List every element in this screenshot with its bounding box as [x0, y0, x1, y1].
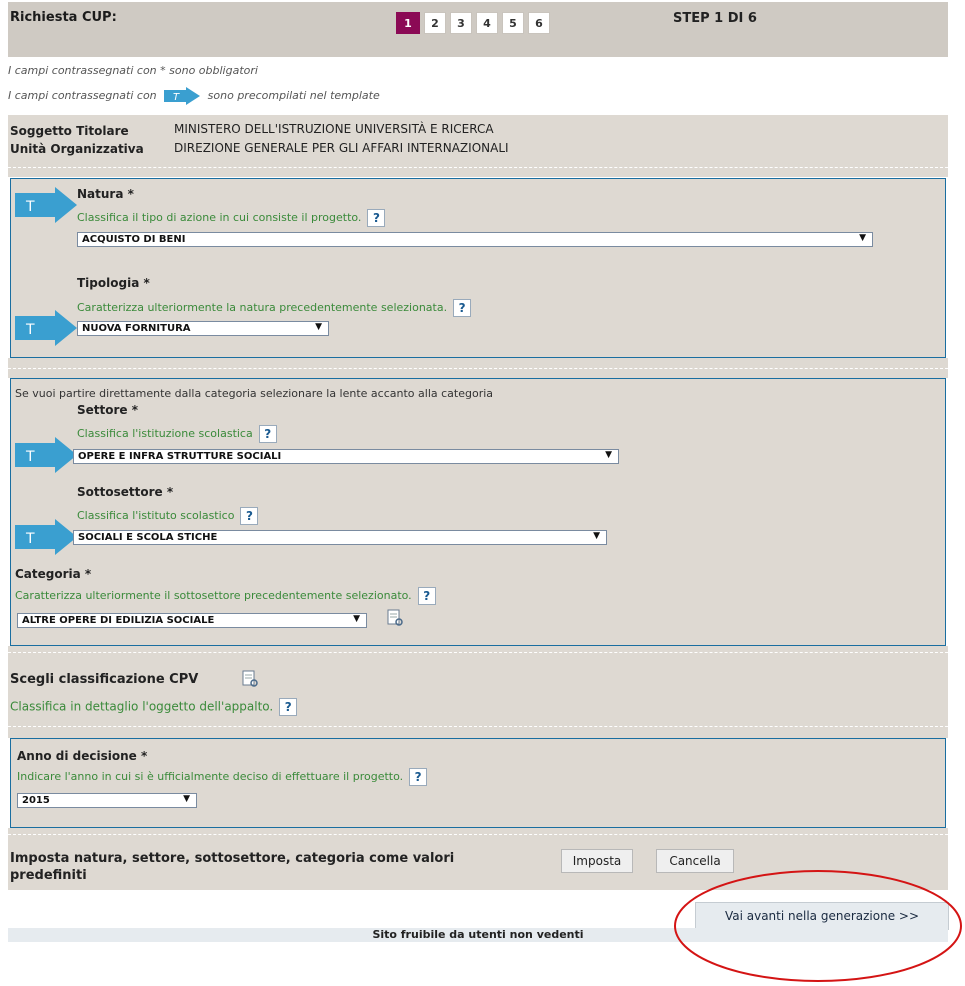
step-navigation: 1 2 3 4 5 6	[396, 12, 550, 34]
help-icon[interactable]: ?	[258, 425, 277, 443]
unita-organizzativa-value: DIREZIONE GENERALE PER GLI AFFARI INTERN…	[174, 141, 509, 155]
help-icon[interactable]: ?	[367, 209, 386, 227]
cpv-hint: Classifica in dettaglio l'oggetto dell'a…	[10, 698, 298, 716]
sottosettore-hint: Classifica l'istituto scolastico?	[77, 507, 259, 525]
svg-text:T: T	[173, 92, 180, 103]
sottosettore-select[interactable]: SOCIALI E SCOLA STICHE ▼	[73, 530, 607, 545]
tipologia-hint: Caratterizza ulteriormente la natura pre…	[77, 299, 472, 317]
template-arrow-icon: T	[15, 437, 77, 473]
header-bar: Richiesta CUP: 1 2 3 4 5 6 STEP 1 DI 6	[8, 2, 948, 57]
separator	[8, 828, 948, 844]
help-icon[interactable]: ?	[240, 507, 259, 525]
search-document-icon[interactable]	[242, 670, 258, 688]
settore-hint: Classifica l'istituzione scolastica?	[77, 425, 277, 443]
settore-select[interactable]: OPERE E INFRA STRUTTURE SOCIALI ▼	[73, 449, 619, 464]
categoria-label: Categoria *	[15, 567, 92, 581]
categoria-select[interactable]: ALTRE OPERE DI EDILIZIA SOCIALE ▼	[17, 613, 367, 628]
anno-label: Anno di decisione *	[17, 749, 148, 763]
cpv-label: Scegli classificazione CPV	[10, 672, 199, 687]
chevron-down-icon: ▼	[315, 322, 322, 332]
template-note: I campi contrassegnati con T sono precom…	[8, 87, 380, 105]
step-1-button[interactable]: 1	[396, 12, 420, 34]
template-arrow-icon: T	[15, 310, 77, 346]
soggetto-panel: Soggetto Titolare MINISTERO DELL'ISTRUZI…	[8, 115, 948, 163]
chevron-down-icon: ▼	[605, 450, 612, 460]
anno-hint: Indicare l'anno in cui si è ufficialment…	[17, 768, 428, 786]
separator	[8, 358, 948, 378]
template-arrow-icon: T	[15, 187, 77, 223]
required-note: I campi contrassegnati con * sono obblig…	[8, 64, 258, 77]
chevron-down-icon: ▼	[353, 614, 360, 624]
template-arrow-icon: T	[164, 87, 201, 105]
natura-select[interactable]: ACQUISTO DI BENI ▼	[77, 232, 873, 247]
step-5-button[interactable]: 5	[502, 12, 524, 34]
step-indicator: STEP 1 DI 6	[673, 11, 757, 26]
categoria-intro: Se vuoi partire direttamente dalla categ…	[15, 387, 494, 400]
settore-label: Settore *	[77, 403, 139, 417]
help-icon[interactable]: ?	[409, 768, 428, 786]
anno-select[interactable]: 2015 ▼	[17, 793, 197, 808]
step-6-button[interactable]: 6	[528, 12, 550, 34]
natura-label: Natura *	[77, 187, 134, 201]
help-icon[interactable]: ?	[417, 587, 436, 605]
categoria-hint: Caratterizza ulteriormente il sottosetto…	[15, 587, 436, 605]
search-document-icon[interactable]	[387, 609, 403, 627]
svg-text:T: T	[25, 531, 35, 547]
chevron-down-icon: ▼	[183, 794, 190, 804]
separator	[8, 163, 948, 177]
template-note-suffix: sono precompilati nel template	[207, 89, 380, 102]
step-3-button[interactable]: 3	[450, 12, 472, 34]
unita-organizzativa-label: Unità Organizzativa	[10, 142, 144, 156]
soggetto-titolare-label: Soggetto Titolare	[10, 124, 129, 138]
highlight-circle	[674, 870, 962, 982]
sottosettore-label: Sottosettore *	[77, 485, 174, 499]
step-2-button[interactable]: 2	[424, 12, 446, 34]
page-title: Richiesta CUP:	[10, 10, 117, 25]
help-icon[interactable]: ?	[453, 299, 472, 317]
help-icon[interactable]: ?	[279, 698, 298, 716]
tipologia-select[interactable]: NUOVA FORNITURA ▼	[77, 321, 329, 336]
tipologia-label: Tipologia *	[77, 276, 150, 290]
template-note-prefix: I campi contrassegnati con	[8, 89, 157, 102]
soggetto-titolare-value: MINISTERO DELL'ISTRUZIONE UNIVERSITÀ E R…	[174, 122, 494, 136]
chevron-down-icon: ▼	[859, 233, 866, 243]
natura-hint: Classifica il tipo di azione in cui cons…	[77, 209, 386, 227]
svg-text:T: T	[25, 449, 35, 465]
step-4-button[interactable]: 4	[476, 12, 498, 34]
svg-text:T: T	[25, 199, 35, 215]
anno-box: Anno di decisione * Indicare l'anno in c…	[10, 738, 946, 828]
separator	[8, 718, 948, 738]
defaults-text: Imposta natura, settore, sottosettore, c…	[10, 851, 455, 883]
cpv-panel: Scegli classificazione CPV Classifica in…	[8, 660, 948, 718]
imposta-button[interactable]: Imposta	[561, 849, 633, 873]
classificazione-box: Se vuoi partire direttamente dalla categ…	[10, 378, 946, 646]
separator	[8, 646, 948, 660]
svg-text:T: T	[25, 322, 35, 338]
natura-tipologia-box: T Natura * Classifica il tipo di azione …	[10, 178, 946, 358]
chevron-down-icon: ▼	[593, 531, 600, 541]
template-arrow-icon: T	[15, 519, 77, 555]
